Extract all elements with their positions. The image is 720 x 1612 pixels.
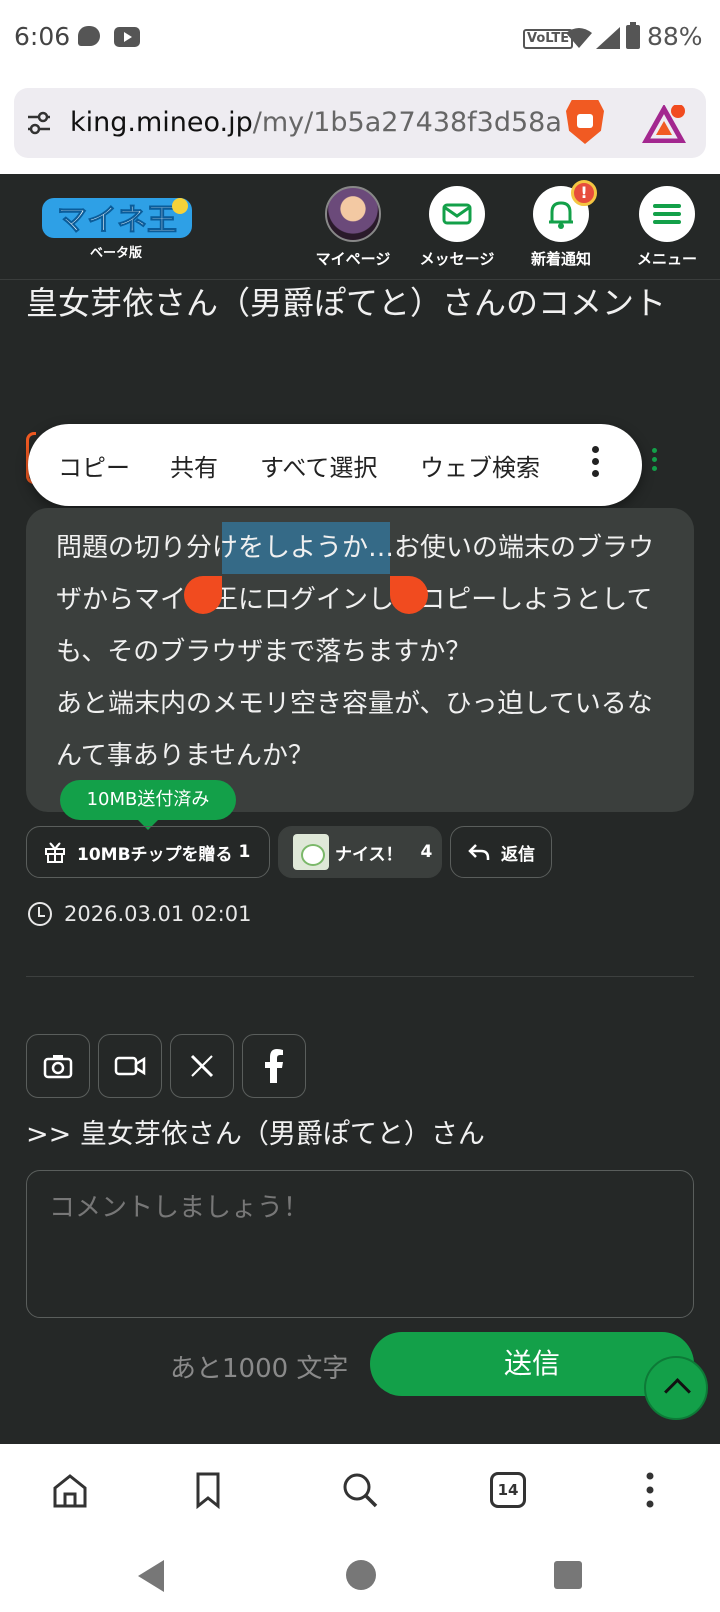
- reply-icon: [468, 844, 490, 860]
- gift-icon: [45, 842, 65, 863]
- system-navigation-bar: [0, 1540, 720, 1612]
- menu-web-search[interactable]: ウェブ検索: [420, 448, 540, 483]
- scroll-to-top-button[interactable]: [644, 1356, 708, 1420]
- bell-icon: !: [533, 180, 597, 242]
- tabs-counter[interactable]: 14: [490, 1472, 526, 1508]
- camera-icon: [43, 1055, 73, 1079]
- chat-notification-icon: [78, 26, 100, 46]
- recent-apps-icon[interactable]: [554, 1561, 582, 1589]
- battery-icon: [626, 22, 640, 49]
- comment-text: 問題の切り分けをしようか…お使いの端末のブラウザからマイネ王にログインしてコピー…: [56, 522, 676, 782]
- reply-label: 返信: [501, 844, 535, 865]
- reply-button[interactable]: 返信: [450, 826, 552, 878]
- selection-handle-end[interactable]: [390, 576, 428, 614]
- mineo-logo[interactable]: マイネ王: [42, 192, 192, 244]
- avatar: [325, 186, 381, 242]
- bookmark-icon[interactable]: [186, 1468, 230, 1512]
- text-selection-menu: コピー 共有 すべて選択 ウェブ検索: [28, 424, 642, 506]
- logo-text: マイネ王: [57, 203, 177, 238]
- wifi-icon: [566, 28, 592, 48]
- site-header: マイネ王 ベータ版 マイページ メッセージ ! 新着通知 メニュー: [0, 174, 720, 280]
- address-bar[interactable]: king.mineo.jp/my/1b5a27438f3d58a4: [14, 88, 706, 158]
- video-icon: [114, 1056, 146, 1076]
- comment-input[interactable]: [26, 1170, 694, 1318]
- nav-mypage[interactable]: マイページ: [303, 186, 403, 269]
- menu-select-all[interactable]: すべて選択: [260, 448, 377, 483]
- clock-icon: [28, 902, 52, 926]
- hamburger-menu-icon: [639, 186, 695, 242]
- status-time: 6:06: [14, 22, 71, 51]
- gift-chip-button[interactable]: 10MBチップを贈る 1: [26, 826, 270, 878]
- nav-menu-label: メニュー: [636, 250, 697, 268]
- back-icon[interactable]: [138, 1560, 164, 1592]
- comment-date-text: 2026.03.01 02:01: [64, 902, 252, 926]
- nav-menu[interactable]: メニュー: [617, 186, 717, 269]
- camera-button[interactable]: [26, 1034, 90, 1098]
- selection-handle-start[interactable]: [184, 576, 222, 614]
- site-settings-icon[interactable]: [26, 110, 52, 136]
- facebook-icon: [265, 1049, 283, 1083]
- gift-chip-count: 1: [238, 842, 251, 862]
- divider: [26, 976, 694, 977]
- youtube-notification-icon: [114, 27, 140, 47]
- browser-bottom-bar: 14: [0, 1444, 720, 1540]
- search-icon[interactable]: [338, 1468, 382, 1512]
- comment-text-para2: あと端末内のメモリ空き容量が、ひっ迫しているなんて事ありませんか？: [56, 689, 653, 771]
- notification-badge: !: [571, 180, 597, 206]
- mail-icon: [429, 186, 485, 242]
- nav-message-label: メッセージ: [419, 250, 495, 268]
- url-text[interactable]: king.mineo.jp/my/1b5a27438f3d58a4: [70, 107, 560, 138]
- page-title: 皇女芽依さん（男爵ぽてと）さんのコメント: [26, 284, 667, 322]
- comment-text-para1: 問題の切り分けをしようか…お使いの端末のブラウザからマイネ王にログインしてコピー…: [56, 533, 655, 667]
- nice-count: 4: [420, 842, 433, 862]
- menu-share[interactable]: 共有: [170, 448, 218, 483]
- nice-character-icon: [293, 834, 329, 870]
- signal-icon: [596, 27, 620, 49]
- menu-more-icon[interactable]: [592, 446, 600, 484]
- nav-mypage-label: マイページ: [315, 250, 391, 268]
- reply-target: >> 皇女芽依さん（男爵ぽてと）さん: [26, 1119, 485, 1150]
- x-logo-icon: [190, 1054, 214, 1078]
- x-share-button[interactable]: [170, 1034, 234, 1098]
- menu-copy[interactable]: コピー: [58, 448, 130, 483]
- nice-button[interactable]: ナイス！ 4: [278, 826, 442, 878]
- tip-sent-badge: 10MB送付済み: [60, 780, 236, 830]
- browser-toolbar: king.mineo.jp/my/1b5a27438f3d58a4: [0, 78, 720, 174]
- brave-rewards-icon[interactable]: [642, 105, 686, 143]
- nav-notifications[interactable]: ! 新着通知: [511, 180, 611, 269]
- home-icon[interactable]: [48, 1468, 92, 1512]
- remaining-characters: あと1000 文字: [170, 1354, 349, 1384]
- nav-message[interactable]: メッセージ: [407, 186, 507, 269]
- home-circle-icon[interactable]: [346, 1560, 376, 1590]
- nice-label: ナイス！: [335, 844, 403, 865]
- logo-beta-label: ベータ版: [90, 246, 143, 261]
- battery-percent: 88%: [647, 22, 703, 51]
- facebook-share-button[interactable]: [242, 1034, 306, 1098]
- nav-notifications-label: 新着通知: [530, 250, 591, 268]
- comment-date: 2026.03.01 02:01: [28, 902, 251, 926]
- status-bar: 6:06 VoLTE 88%: [0, 0, 720, 78]
- video-button[interactable]: [98, 1034, 162, 1098]
- url-host: king.mineo.jp: [70, 107, 253, 138]
- overflow-menu-icon[interactable]: [628, 1468, 672, 1512]
- url-path: /my/1b5a27438f3d58a4: [252, 107, 560, 138]
- gift-chip-label: 10MBチップを贈る: [77, 844, 233, 865]
- more-options-icon[interactable]: [652, 448, 657, 475]
